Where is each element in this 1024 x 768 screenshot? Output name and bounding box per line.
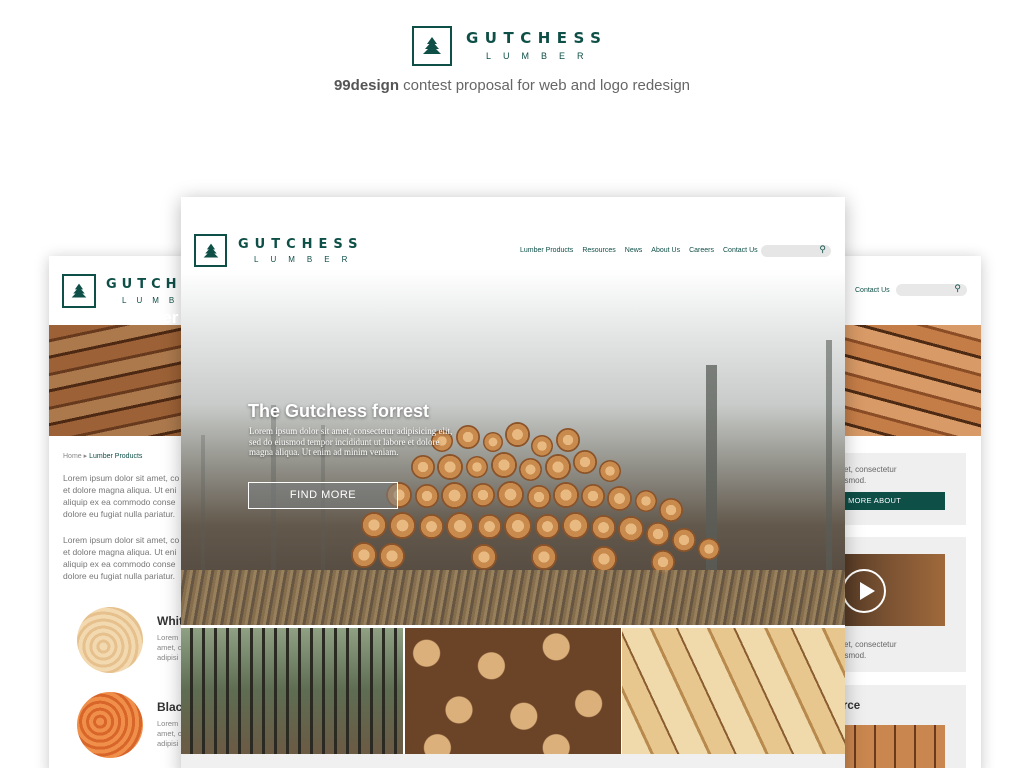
subtitle-rest: contest proposal for web and logo redesi… xyxy=(399,77,691,94)
log-end xyxy=(477,514,502,539)
nav-resources[interactable]: Resources xyxy=(582,247,615,254)
log-end xyxy=(531,435,553,457)
left-hero-title: Lumber xyxy=(116,308,179,327)
hero-title: The Gutchess forrest xyxy=(248,401,430,421)
breadcrumb: Home ▸ Lumber Products xyxy=(63,452,142,460)
breadcrumb-separator: ▸ xyxy=(83,453,88,460)
log-end xyxy=(491,452,517,478)
log-end xyxy=(497,481,524,508)
breadcrumb-home[interactable]: Home xyxy=(63,453,82,460)
log-end xyxy=(591,515,616,540)
nav-lumber-products[interactable]: Lumber Products xyxy=(520,247,573,254)
search-input[interactable]: ⚲ xyxy=(896,283,967,296)
log-end xyxy=(471,483,495,507)
left-page-logo[interactable]: GUTCH LUMB xyxy=(62,274,184,308)
text-line: amet, c xyxy=(157,643,182,652)
text-line: amet, c xyxy=(157,729,182,738)
log-end xyxy=(635,490,657,512)
log-end xyxy=(531,544,557,570)
log-end xyxy=(437,454,463,480)
log-end xyxy=(389,512,416,539)
log-end xyxy=(504,512,532,540)
log-ends-image[interactable] xyxy=(405,628,621,754)
log-end xyxy=(483,432,503,452)
subtitle-bold: 99design xyxy=(333,77,399,94)
brand-name: GUTCH xyxy=(106,276,182,292)
log-end xyxy=(553,482,579,508)
log-end xyxy=(573,450,597,474)
log-end xyxy=(618,516,644,542)
main-page-mockup: GUTCHESS LUMBER Lumber Products Resource… xyxy=(181,197,845,768)
brand-subname: LUMBER xyxy=(486,51,596,61)
product-title[interactable]: Blac xyxy=(157,700,182,714)
play-icon[interactable] xyxy=(842,569,886,613)
search-icon[interactable]: ⚲ xyxy=(819,244,826,255)
presentation-logo: GUTCHESS LUMBER xyxy=(412,26,607,66)
log-end xyxy=(659,498,683,522)
forest-path-image[interactable] xyxy=(181,628,403,754)
log-end xyxy=(456,425,480,449)
nav-about-us[interactable]: About Us xyxy=(651,247,680,254)
log-end xyxy=(599,460,621,482)
text-line: adipisi xyxy=(157,739,179,748)
black-wood-swatch[interactable] xyxy=(77,692,143,758)
log-end xyxy=(446,512,474,540)
brand-name: GUTCHESS xyxy=(466,29,608,47)
main-page-logo[interactable]: GUTCHESS LUMBER xyxy=(194,234,364,267)
log-end xyxy=(441,482,468,509)
log-end xyxy=(698,538,720,560)
white-wood-swatch[interactable] xyxy=(77,607,143,673)
log-end xyxy=(591,546,617,572)
tree-logo-icon xyxy=(194,234,227,267)
text-line: Lorem xyxy=(157,633,179,642)
log-end xyxy=(466,456,488,478)
presentation-subtitle: 99design contest proposal for web and lo… xyxy=(0,77,1024,94)
dry-grass xyxy=(181,570,845,625)
log-end xyxy=(562,512,589,539)
product-description: Lorem amet, c adipisi xyxy=(157,633,182,663)
page-bottom-strip xyxy=(181,754,845,768)
lumber-beams-image[interactable] xyxy=(622,628,845,754)
log-end xyxy=(556,428,580,452)
hero-text: Lorem ipsum dolor sit amet, consectetur … xyxy=(249,426,453,457)
nav-contact-us[interactable]: Contact Us xyxy=(723,247,758,254)
main-nav: Lumber Products Resources News About Us … xyxy=(520,247,758,254)
log-end xyxy=(351,542,377,568)
log-end xyxy=(519,458,542,481)
log-end xyxy=(379,543,405,569)
brand-subname: LUMBER xyxy=(254,254,360,264)
brand-name: GUTCHESS xyxy=(238,236,364,252)
log-end xyxy=(411,455,435,479)
log-end xyxy=(471,544,497,570)
log-end xyxy=(415,484,439,508)
text-line: Lorem xyxy=(157,719,179,728)
tree-logo-icon xyxy=(412,26,452,66)
search-input[interactable]: ⚲ xyxy=(761,244,831,257)
log-end xyxy=(646,522,670,546)
log-end xyxy=(419,514,444,539)
product-title[interactable]: Whit xyxy=(157,614,183,628)
log-end xyxy=(535,514,560,539)
log-end xyxy=(607,486,632,511)
log-end xyxy=(672,528,696,552)
brand-subname: LUMB xyxy=(122,295,185,305)
log-end xyxy=(545,454,571,480)
nav-careers[interactable]: Careers xyxy=(689,247,714,254)
search-icon[interactable]: ⚲ xyxy=(954,283,961,294)
nav-contact-us[interactable]: Contact Us xyxy=(855,287,890,294)
log-end xyxy=(361,512,387,538)
tree-logo-icon xyxy=(62,274,96,308)
breadcrumb-current[interactable]: Lumber Products xyxy=(89,453,142,460)
product-description: Lorem amet, c adipisi xyxy=(157,719,182,749)
log-end xyxy=(505,422,530,447)
text-line: adipisi xyxy=(157,653,179,662)
find-more-button[interactable]: FIND MORE xyxy=(248,482,398,509)
nav-news[interactable]: News xyxy=(625,247,643,254)
log-end xyxy=(527,485,551,509)
log-end xyxy=(581,484,605,508)
